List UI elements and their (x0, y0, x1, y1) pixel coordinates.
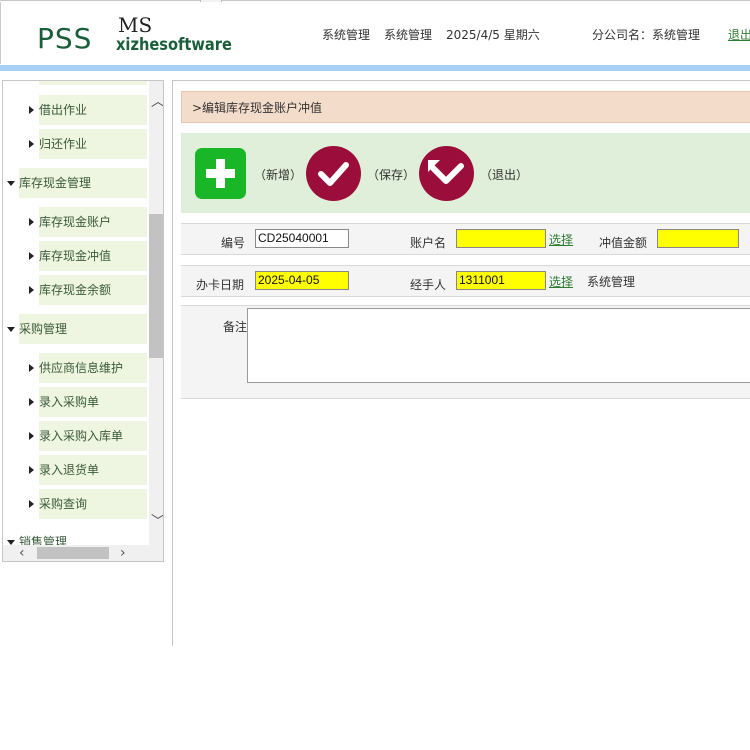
scroll-up-icon[interactable]: ︿ (151, 95, 163, 109)
caret-right-icon (29, 106, 34, 114)
exit-button-label[interactable]: （退出） (480, 166, 528, 183)
code-label: 编号 (221, 236, 246, 250)
caret-right-icon (29, 466, 34, 474)
scroll-down-icon[interactable]: ﹀ (151, 515, 163, 529)
caret-right-icon (29, 286, 34, 294)
sidebar-group-cash[interactable]: 库存现金管理 (19, 168, 147, 198)
handler-label: 经手人 (410, 278, 447, 292)
caret-down-icon (7, 327, 15, 332)
header-accent-bar (0, 65, 750, 71)
header-menu-system-2[interactable]: 系统管理 (384, 26, 432, 43)
sidebar-nav: 借出作业 归还作业 库存现金管理 库存现金账户 库存现金冲值 库存现金余额 采购… (2, 80, 164, 562)
add-button[interactable] (195, 148, 246, 199)
date-label: 办卡日期 (196, 278, 245, 292)
sidebar-vertical-scroll-thumb[interactable] (149, 214, 163, 358)
handler-select-link[interactable]: 选择 (549, 273, 573, 290)
add-button-label[interactable]: （新增） (254, 166, 302, 183)
sidebar-item-po-return[interactable]: 录入退货单 (39, 455, 147, 485)
caret-right-icon (29, 398, 34, 406)
sidebar-item-cash-account[interactable]: 库存现金账户 (39, 207, 147, 237)
handler-name: 系统管理 (587, 275, 636, 289)
handler-field[interactable]: 1311001 (456, 271, 546, 290)
header-menu-system-1[interactable]: 系统管理 (322, 26, 370, 43)
date-field[interactable]: 2025-04-05 (255, 271, 349, 290)
account-label: 账户名 (410, 236, 447, 250)
caret-right-icon (29, 218, 34, 226)
scroll-right-icon[interactable]: › (120, 546, 126, 560)
sidebar-item-return[interactable]: 归还作业 (39, 129, 147, 159)
header-branch-value: 系统管理 (652, 28, 701, 42)
caret-down-icon (7, 181, 15, 186)
exit-button[interactable] (419, 146, 474, 201)
amount-field[interactable] (657, 229, 739, 248)
save-button[interactable] (306, 146, 361, 201)
caret-right-icon (29, 364, 34, 372)
scroll-left-icon[interactable]: ‹ (19, 546, 25, 560)
note-label: 备注 (223, 320, 248, 334)
logo-xizhesoftware: xizhesoftware (116, 35, 232, 55)
logo-ms: MS (118, 13, 153, 37)
sidebar-item-lend[interactable]: 借出作业 (39, 95, 147, 125)
sidebar-item-po-in[interactable]: 录入采购入库单 (39, 421, 147, 451)
header-branch-label: 分公司名： (592, 28, 653, 42)
caret-right-icon (29, 500, 34, 508)
account-field[interactable] (456, 229, 546, 248)
return-arrow-icon (428, 160, 464, 184)
checkmark-icon (318, 162, 349, 186)
sidebar-item-po[interactable]: 录入采购单 (39, 387, 147, 417)
header-date: 2025/4/5 星期六 (446, 28, 540, 42)
sidebar-group-purchase[interactable]: 采购管理 (19, 314, 147, 344)
breadcrumb: >编辑库存现金账户冲值 (181, 91, 750, 123)
account-select-link[interactable]: 选择 (549, 231, 573, 248)
caret-right-icon (29, 252, 34, 260)
sidebar-item-supplier[interactable]: 供应商信息维护 (39, 353, 147, 383)
code-field[interactable]: CD25040001 (255, 229, 349, 248)
sidebar-horizontal-scroll-thumb[interactable] (37, 547, 109, 559)
sidebar-item-cash-balance[interactable]: 库存现金余额 (39, 275, 147, 305)
note-textarea[interactable] (247, 308, 750, 383)
sidebar-item-cash-topup[interactable]: 库存现金冲值 (39, 241, 147, 271)
logout-link[interactable]: 退出 (728, 26, 750, 43)
sidebar-item-po-query[interactable]: 采购查询 (39, 489, 147, 519)
window-top-border (0, 0, 750, 1)
save-button-label[interactable]: （保存） (367, 166, 415, 183)
sidebar-item-partial[interactable] (39, 81, 147, 85)
logo-pss: PSS (37, 22, 93, 55)
caret-right-icon (29, 432, 34, 440)
caret-right-icon (29, 140, 34, 148)
amount-label: 冲值金额 (599, 236, 648, 250)
